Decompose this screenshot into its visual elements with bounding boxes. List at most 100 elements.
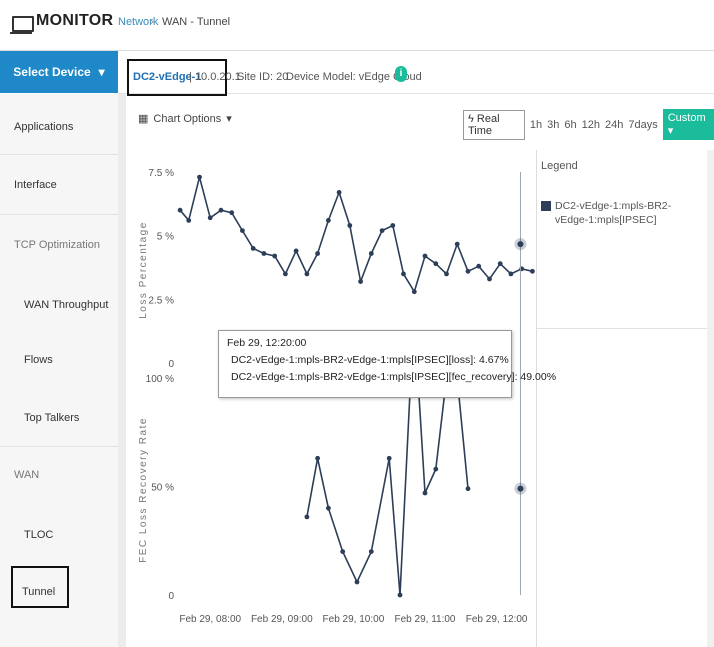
data-point <box>218 207 224 213</box>
chevron-down-icon: ▾ <box>667 125 674 137</box>
data-point <box>386 455 392 461</box>
x-tick-label: Feb 29, 08:00 <box>179 614 241 625</box>
data-point <box>283 271 288 277</box>
legend-divider <box>537 328 709 329</box>
y-tick-label: 7.5 % <box>148 168 174 179</box>
sidebar-item-interface[interactable]: Interface <box>0 166 118 204</box>
range-3h-button[interactable]: 3h <box>547 119 559 131</box>
data-point <box>240 228 245 233</box>
x-tick-label: Feb 29, 12:00 <box>466 614 528 625</box>
y-tick-label: 2.5 % <box>148 295 174 306</box>
x-tick-label: Feb 29, 11:00 <box>395 614 456 625</box>
monitor-icon <box>10 16 34 34</box>
data-point <box>272 253 278 259</box>
data-point <box>465 486 471 492</box>
custom-range-button[interactable]: Custom ▾ <box>662 109 714 140</box>
data-point <box>186 218 192 223</box>
sidebar-item-wan-throughput[interactable]: WAN Throughput <box>0 286 118 324</box>
data-point <box>326 218 331 223</box>
data-point <box>304 271 310 277</box>
data-point <box>229 210 235 216</box>
right-scrollbar[interactable] <box>707 150 714 647</box>
y-axis-label: Loss Percentage <box>138 221 149 319</box>
chart-tooltip: Feb 29, 12:20:00 DC2-vEdge-1:mpls-BR2-vE… <box>218 330 556 398</box>
tooltip-loss-value: DC2-vEdge-1:mpls-BR2-vEdge-1:mpls[IPSEC]… <box>231 354 509 366</box>
data-point <box>390 223 396 228</box>
page-title: MONITOR <box>36 12 114 29</box>
info-icon[interactable]: i <box>395 66 407 82</box>
data-point <box>358 279 363 284</box>
range-7days-button[interactable]: 7days <box>628 119 657 131</box>
legend-swatch <box>541 201 551 211</box>
data-point <box>315 455 320 461</box>
tooltip-row: DC2-vEdge-1:mpls-BR2-vEdge-1:mpls[IPSEC]… <box>227 371 556 383</box>
real-time-button[interactable]: ϟ Real Time <box>463 109 525 140</box>
sidebar-divider <box>0 214 118 215</box>
chevron-down-icon: ▾ <box>98 65 105 79</box>
sidebar-divider <box>0 154 118 155</box>
data-point <box>177 207 183 213</box>
data-point <box>340 549 346 554</box>
range-6h-button[interactable]: 6h <box>564 119 576 131</box>
data-point <box>530 268 535 274</box>
data-point <box>368 549 374 554</box>
range-12h-button[interactable]: 12h <box>582 119 600 131</box>
data-point <box>476 263 482 269</box>
device-ip: | 10.0.20.1 <box>189 71 241 83</box>
y-tick-label: 0 <box>168 591 174 602</box>
y-axis-label: FEC Loss Recovery Rate <box>138 417 149 563</box>
data-point <box>397 592 403 598</box>
data-point <box>368 251 374 256</box>
sidebar-item-top-talkers[interactable]: Top Talkers <box>0 399 118 437</box>
range-24h-button[interactable]: 24h <box>605 119 623 131</box>
data-point <box>261 251 267 256</box>
site-id: Site ID: 20 <box>237 71 289 83</box>
data-point <box>465 268 471 274</box>
range-1h-button[interactable]: 1h <box>530 119 542 131</box>
data-point <box>250 246 256 251</box>
data-point <box>411 289 417 295</box>
x-tick-label: Feb 29, 10:00 <box>323 614 385 625</box>
select-device-label: Select Device <box>13 65 91 79</box>
data-point <box>433 466 439 472</box>
chevron-down-icon: ▾ <box>226 113 232 125</box>
series-line <box>179 176 533 294</box>
data-point <box>487 276 492 282</box>
sidebar-item-flows[interactable]: Flows <box>0 341 118 379</box>
data-point <box>336 190 342 195</box>
y-tick-label: 0 <box>168 359 174 370</box>
legend-title: Legend <box>541 160 578 172</box>
select-device-button[interactable]: Select Device ▾ <box>0 51 118 93</box>
tooltip-row: DC2-vEdge-1:mpls-BR2-vEdge-1:mpls[IPSEC]… <box>227 354 509 366</box>
y-tick-label: 100 % <box>146 374 174 385</box>
hover-point <box>517 485 524 492</box>
chart-area: 7.5 % 5 % 2.5 % 0 Loss Percentage 100 % 50 % 0 F… <box>138 168 535 625</box>
sidebar: Applications Interface TCP Optimization … <box>0 94 119 647</box>
chart-options-button[interactable]: ▦ Chart Options ▾ <box>138 112 232 126</box>
data-point <box>293 248 299 254</box>
sidebar-item-applications[interactable]: Applications <box>0 108 118 146</box>
series-line <box>306 377 469 596</box>
breadcrumb-separator: › <box>150 16 154 28</box>
data-point <box>326 505 331 511</box>
legend-item[interactable]: DC2-vEdge-1:mpls-BR2-vEdge-1:mpls[IPSEC] <box>555 199 695 227</box>
time-range-bar: ϟ Real Time 1h 3h 6h 12h 24h 7days Custo… <box>463 109 714 140</box>
sidebar-divider <box>0 446 118 447</box>
data-point <box>454 241 460 247</box>
sidebar-scrollbar[interactable] <box>118 94 126 647</box>
data-point <box>444 271 449 277</box>
tooltip-fec-value: DC2-vEdge-1:mpls-BR2-vEdge-1:mpls[IPSEC]… <box>231 371 557 383</box>
hover-point <box>517 241 524 248</box>
breadcrumb-current: WAN - Tunnel <box>162 16 231 28</box>
lightning-icon: ϟ <box>468 112 474 125</box>
data-point <box>304 514 310 520</box>
sidebar-item-tloc[interactable]: TLOC <box>0 516 118 554</box>
data-point <box>401 271 406 277</box>
y-tick-label: 5 % <box>157 232 174 243</box>
chart-icon: ▦ <box>138 113 149 125</box>
chart-options-label: Chart Options <box>153 112 222 125</box>
sidebar-section-wan: WAN <box>14 469 40 481</box>
sidebar-section-tcp-optimization: TCP Optimization <box>14 239 100 251</box>
data-point <box>347 223 353 228</box>
tooltip-time: Feb 29, 12:20:00 <box>227 337 307 349</box>
